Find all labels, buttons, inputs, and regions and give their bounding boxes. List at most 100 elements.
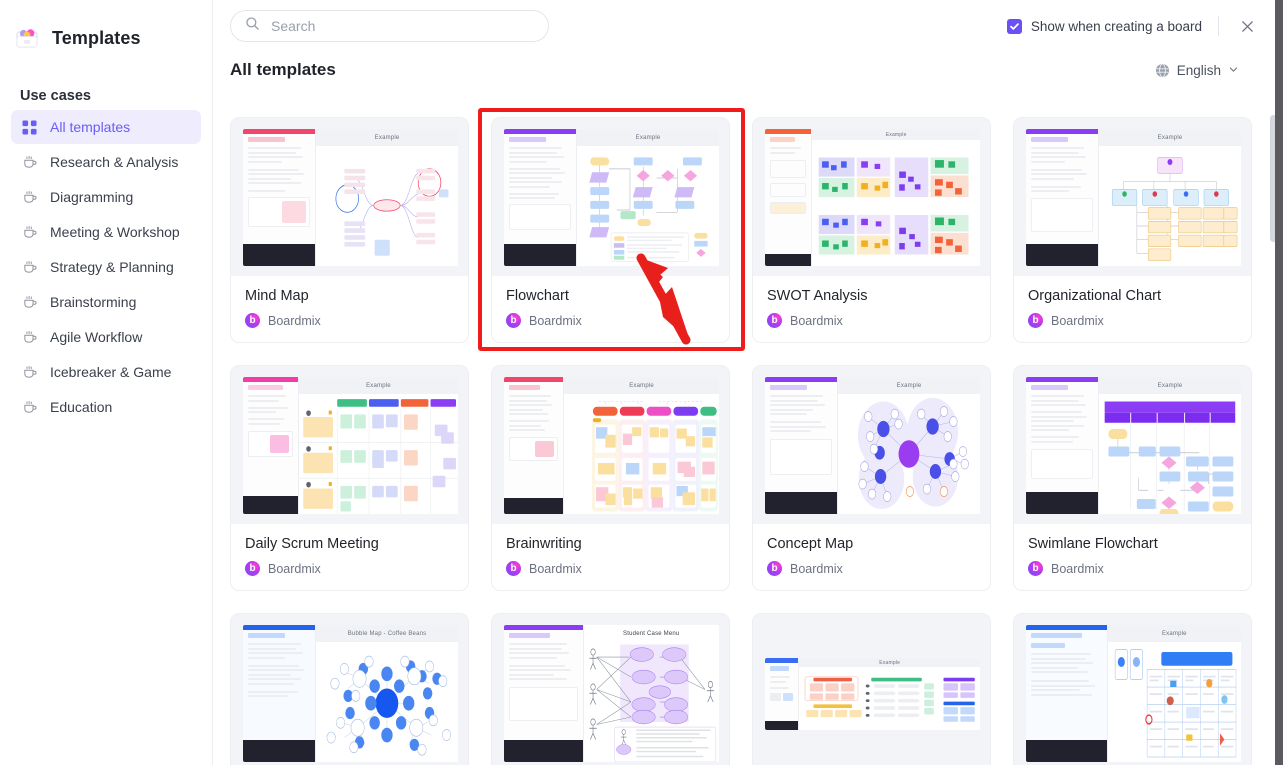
boardmix-logo-icon: b — [245, 313, 260, 328]
template-author: b Boardmix — [1028, 313, 1237, 328]
template-thumbnail: Example — [231, 118, 468, 276]
window-right-edge — [1275, 0, 1283, 765]
main-content: Show when creating a board All templates — [213, 0, 1283, 765]
search-input[interactable] — [269, 17, 534, 35]
templates-logo-icon — [14, 25, 40, 51]
template-card-organizational-chart[interactable]: Example Organizational Chart b Boardmix — [1013, 117, 1252, 343]
language-label: English — [1176, 62, 1221, 78]
template-thumbnail: Example — [1014, 366, 1251, 524]
template-title: Daily Scrum Meeting — [245, 536, 379, 552]
cup-icon — [21, 399, 38, 416]
template-author-label: Boardmix — [1051, 561, 1104, 576]
template-author-label: Boardmix — [529, 313, 582, 328]
sidebar-item-brainstorming[interactable]: Brainstorming — [11, 285, 201, 319]
divider — [1218, 16, 1219, 36]
sidebar-item-strategy-planning[interactable]: Strategy & Planning — [11, 250, 201, 284]
template-card-flowchart[interactable]: Example Flowchart b Boardmix — [491, 117, 730, 343]
sidebar-item-education[interactable]: Education — [11, 390, 201, 424]
sidebar-item-all-templates[interactable]: All templates — [11, 110, 201, 144]
grid-icon — [21, 119, 38, 136]
cup-icon — [21, 224, 38, 241]
boardmix-logo-icon: b — [506, 561, 521, 576]
sidebar-item-icebreaker-game[interactable]: Icebreaker & Game — [11, 355, 201, 389]
template-author: b Boardmix — [1028, 561, 1237, 576]
topbar-right: Show when creating a board — [1006, 0, 1259, 52]
template-card-swimlane-flowchart[interactable]: Example Swimlane Flowchart b Boardmix — [1013, 365, 1252, 591]
template-author: b Boardmix — [767, 313, 976, 328]
template-card-bubble-map[interactable]: Bubble Map - Coffee Beans — [230, 613, 469, 765]
sidebar-item-research-analysis[interactable]: Research & Analysis — [11, 145, 201, 179]
thumbnail-example-label: Example — [812, 129, 980, 140]
template-card-virtual-bingo-board[interactable]: Example — [1013, 613, 1252, 765]
template-card-daily-scrum-meeting[interactable]: Example Daily Scrum Meeting b Boardmix — [230, 365, 469, 591]
template-card-use-case-diagram[interactable]: Student Case Menu — [491, 613, 730, 765]
template-author-label: Boardmix — [790, 313, 843, 328]
template-title: Organizational Chart — [1028, 288, 1161, 304]
template-author-label: Boardmix — [529, 561, 582, 576]
thumbnail-example-label: Bubble Map - Coffee Beans — [316, 625, 458, 642]
sidebar-nav: All templates Research & Analysis Diagra… — [0, 110, 212, 424]
sidebar-item-agile-workflow[interactable]: Agile Workflow — [11, 320, 201, 354]
search-box[interactable] — [230, 10, 549, 42]
sidebar-item-diagramming[interactable]: Diagramming — [11, 180, 201, 214]
page-title: All templates — [230, 60, 336, 79]
template-title: Swimlane Flowchart — [1028, 536, 1158, 552]
thumbnail-example-label: Example — [1099, 129, 1241, 146]
sidebar-item-meeting-workshop[interactable]: Meeting & Workshop — [11, 215, 201, 249]
template-author-label: Boardmix — [790, 561, 843, 576]
chevron-down-icon — [1228, 63, 1239, 78]
thumbnail-example-label: Example — [838, 377, 980, 394]
topbar: Show when creating a board — [213, 0, 1283, 52]
thumbnail-example-label: Example — [564, 377, 719, 394]
template-thumbnail: Example — [1014, 614, 1251, 765]
search-icon — [245, 16, 260, 36]
brand-title: Templates — [52, 27, 141, 48]
cup-icon — [21, 364, 38, 381]
sidebar-item-label: Education — [50, 399, 113, 415]
boardmix-logo-icon: b — [245, 561, 260, 576]
cup-icon — [21, 294, 38, 311]
template-thumbnail: Example — [753, 614, 990, 765]
show-when-creating-row[interactable]: Show when creating a board — [1006, 18, 1202, 34]
thumbnail-example-label: Example — [799, 658, 980, 667]
template-card-swot-analysis[interactable]: Example SWOT Analysis b Boardmix — [752, 117, 991, 343]
use-cases-label: Use cases — [20, 88, 91, 104]
template-thumbnail: Example — [231, 366, 468, 524]
sidebar-item-label: Brainstorming — [50, 294, 137, 310]
sidebar-item-label: All templates — [50, 119, 131, 135]
sidebar-item-label: Agile Workflow — [50, 329, 143, 345]
templates-dialog: Templates Use cases All templates Resear… — [0, 0, 1283, 765]
sidebar-item-label: Icebreaker & Game — [50, 364, 172, 380]
cup-icon — [21, 329, 38, 346]
boardmix-logo-icon: b — [767, 313, 782, 328]
template-card-concept-map[interactable]: Example Concept Map b Boardmix — [752, 365, 991, 591]
template-title: Brainwriting — [506, 536, 582, 552]
sidebar-item-label: Strategy & Planning — [50, 259, 174, 275]
globe-icon — [1155, 63, 1170, 78]
template-title: SWOT Analysis — [767, 288, 868, 304]
close-icon[interactable] — [1235, 14, 1259, 38]
brand: Templates — [0, 18, 212, 58]
templates-scroll-area[interactable]: Example Mind Map b Boardmix Example Flow… — [213, 104, 1283, 765]
show-when-creating-label: Show when creating a board — [1030, 18, 1202, 34]
template-author: b Boardmix — [506, 561, 715, 576]
template-thumbnail: Example — [1014, 118, 1251, 276]
section-header: All templates English — [213, 52, 1283, 80]
template-title: Concept Map — [767, 536, 854, 552]
boardmix-logo-icon: b — [1028, 561, 1043, 576]
template-author: b Boardmix — [245, 313, 454, 328]
template-thumbnail: Student Case Menu — [492, 614, 729, 765]
template-title: Mind Map — [245, 288, 309, 304]
template-card-brainwriting[interactable]: Example Brainwriting b Boardmix — [491, 365, 730, 591]
sidebar-item-label: Diagramming — [50, 189, 134, 205]
template-thumbnail: Example — [492, 366, 729, 524]
thumbnail-example-label: Example — [1107, 625, 1241, 642]
cup-icon — [21, 154, 38, 171]
show-when-creating-checkbox[interactable] — [1006, 18, 1022, 34]
template-thumbnail: Example — [753, 366, 990, 524]
template-card-kanban-planning[interactable]: Example — [752, 613, 991, 765]
language-selector[interactable]: English — [1155, 63, 1257, 78]
template-author: b Boardmix — [767, 561, 976, 576]
template-card-mind-map[interactable]: Example Mind Map b Boardmix — [230, 117, 469, 343]
template-author: b Boardmix — [245, 561, 454, 576]
